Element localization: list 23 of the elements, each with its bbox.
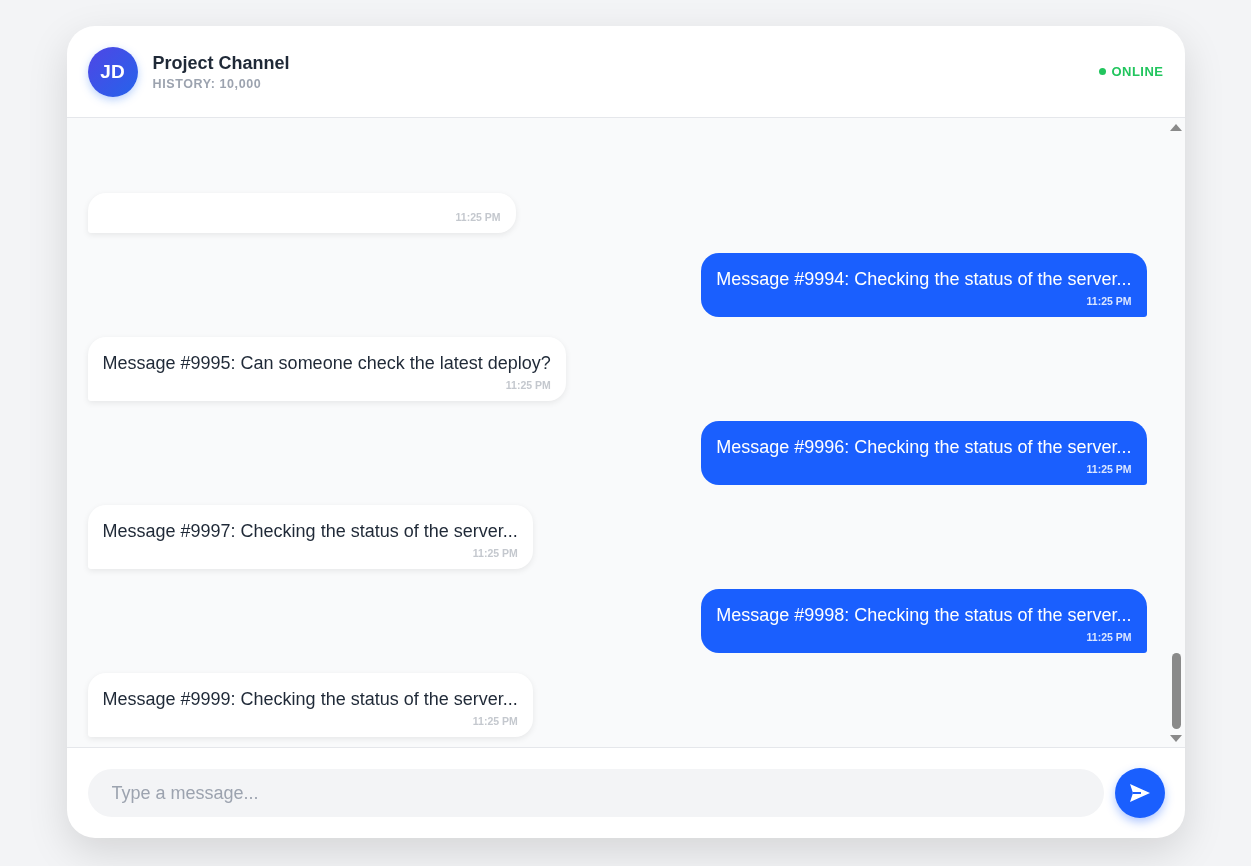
avatar: JD bbox=[87, 46, 138, 97]
message-time: 11:25 PM bbox=[1086, 295, 1132, 307]
message-text: Message #9994: Checking the status of the server... bbox=[716, 268, 1132, 291]
message-time: 11:25 PM bbox=[472, 547, 518, 559]
status-label: ONLINE bbox=[1111, 64, 1164, 79]
message-text: Message #9996: Checking the status of the server... bbox=[716, 436, 1132, 459]
message-time: 11:25 PM bbox=[455, 211, 501, 223]
channel-title: Project Channel bbox=[152, 52, 291, 74]
scrollbar-thumb[interactable] bbox=[1171, 653, 1181, 729]
message-text: Message #9999: Checking the status of the server... bbox=[102, 688, 518, 711]
history-count: HISTORY: 10,000 bbox=[152, 76, 263, 91]
message-text: Message #9998: Checking the status of the server... bbox=[716, 604, 1132, 627]
scroll-down-arrow-icon[interactable] bbox=[1170, 735, 1182, 742]
message-time: 11:25 PM bbox=[505, 379, 551, 391]
send-icon bbox=[1128, 783, 1151, 803]
message-time: 11:25 PM bbox=[1086, 631, 1132, 643]
send-button[interactable] bbox=[1114, 768, 1165, 818]
message-text: Message #9997: Checking the status of the server... bbox=[102, 520, 518, 543]
message-input-field[interactable]: Type a message... bbox=[87, 769, 1104, 817]
message-time: 11:25 PM bbox=[472, 715, 518, 727]
message-text: Message #9995: Can someone check the latest deploy? bbox=[102, 352, 551, 375]
scroll-up-arrow-icon[interactable] bbox=[1170, 124, 1182, 131]
message-time: 11:25 PM bbox=[1086, 463, 1132, 475]
